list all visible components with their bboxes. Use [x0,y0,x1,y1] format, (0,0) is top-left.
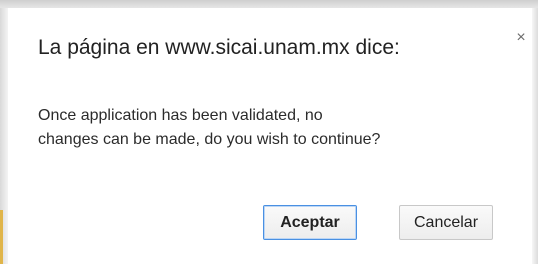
message-line-1: Once application has been validated, no [38,107,323,124]
dialog-message: Once application has been validated, no … [38,104,528,152]
dialog-title: La página en www.sicai.unam.mx dice: [38,36,400,59]
cancel-button[interactable]: Cancelar [399,205,493,240]
page: La página en www.sicai.unam.mx dice: × O… [0,0,538,264]
close-icon[interactable]: × [513,30,529,46]
background-accent [0,210,3,264]
browser-top-strip [0,0,538,8]
browser-right-edge [532,8,538,264]
message-line-2: changes can be made, do you wish to cont… [38,131,381,148]
accept-button[interactable]: Aceptar [263,205,357,240]
alert-dialog: La página en www.sicai.unam.mx dice: × O… [8,8,532,264]
